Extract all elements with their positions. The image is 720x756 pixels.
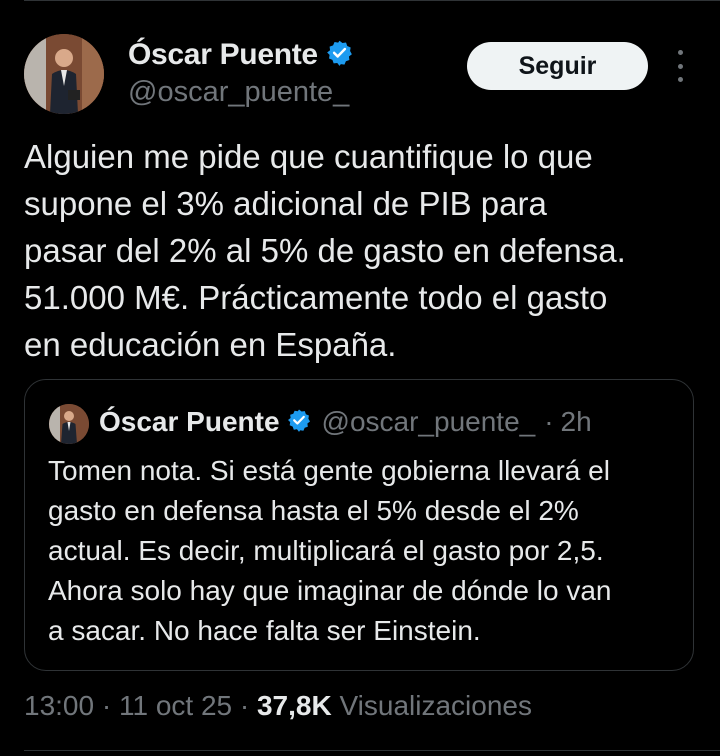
quoted-line: a sacar. No hace falta ser Einstein.	[48, 615, 481, 646]
quoted-line: Tomen nota. Si está gente gobierna lleva…	[48, 455, 610, 486]
tweet-text: Alguien me pide que cuantifique lo que s…	[24, 133, 704, 368]
author-name[interactable]: Óscar Puente	[128, 38, 318, 72]
verified-badge-icon	[326, 39, 353, 71]
more-dot	[677, 50, 683, 55]
tweet-line: pasar del 2% al 5% de gasto en defensa.	[24, 232, 626, 269]
bottom-divider	[24, 750, 720, 751]
quoted-line: Ahora solo hay que imaginar de dónde lo …	[48, 575, 612, 606]
tweet-date[interactable]: 11 oct 25	[119, 690, 232, 721]
views-label[interactable]: Visualizaciones	[339, 690, 532, 721]
quoted-time[interactable]: 2h	[561, 406, 592, 438]
avatar-photo-icon	[49, 404, 89, 444]
author-avatar[interactable]	[24, 34, 104, 114]
tweet-time[interactable]: 13:00	[24, 690, 94, 721]
top-divider	[24, 0, 720, 1]
more-options-icon[interactable]	[670, 50, 690, 82]
quoted-author-handle[interactable]: @oscar_puente_	[322, 406, 536, 438]
quoted-header: Óscar Puente @oscar_puente_ · 2h	[99, 406, 592, 438]
follow-button[interactable]: Seguir	[467, 42, 648, 90]
author-handle[interactable]: @oscar_puente_	[128, 76, 349, 109]
quoted-tweet-text: Tomen nota. Si está gente gobierna lleva…	[48, 451, 688, 651]
more-dot	[677, 77, 683, 82]
verified-badge-icon	[287, 408, 311, 437]
meta-separator: ·	[101, 690, 119, 721]
author-name-row[interactable]: Óscar Puente	[128, 38, 353, 72]
tweet-line: 51.000 M€. Prácticamente todo el gasto	[24, 279, 608, 316]
views-count[interactable]: 37,8K	[257, 690, 332, 721]
quoted-line: gasto en defensa hasta el 5% desde el 2%	[48, 495, 579, 526]
more-dot	[677, 63, 683, 69]
meta-separator: ·	[239, 690, 257, 721]
tweet-meta: 13:00 · 11 oct 25 · 37,8K Visualizacione…	[24, 690, 532, 722]
quoted-author-avatar[interactable]	[49, 404, 89, 444]
quoted-line: actual. Es decir, multiplicará el gasto …	[48, 535, 604, 566]
tweet-line: Alguien me pide que cuantifique lo que	[24, 138, 593, 175]
avatar-photo-icon	[24, 34, 104, 114]
tweet-line: en educación en España.	[24, 326, 397, 363]
separator-dot: ·	[544, 406, 554, 437]
quoted-tweet-card[interactable]: Óscar Puente @oscar_puente_ · 2h Tomen n…	[24, 379, 694, 671]
tweet-line: supone el 3% adicional de PIB para	[24, 185, 547, 222]
quoted-author-name[interactable]: Óscar Puente	[99, 406, 280, 438]
